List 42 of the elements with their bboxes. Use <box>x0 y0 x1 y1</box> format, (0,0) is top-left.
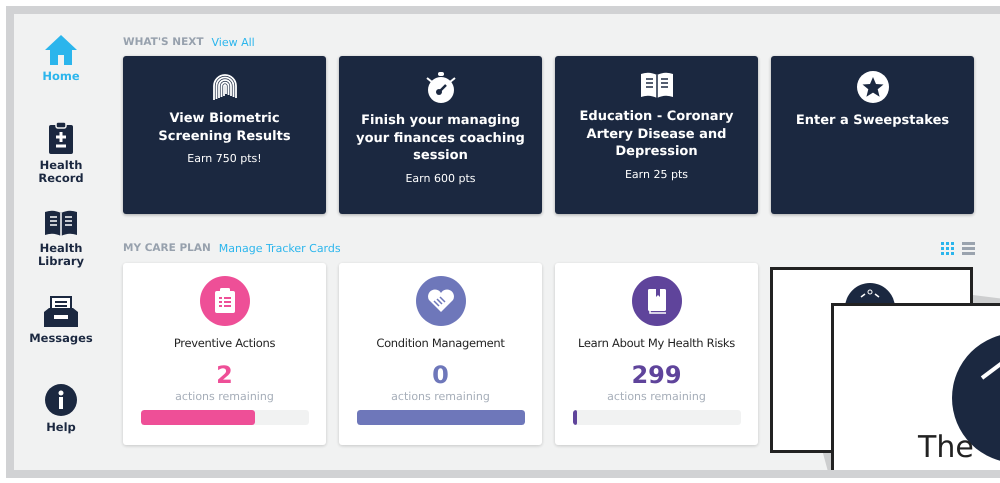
sidebar-item[interactable]: Messages <box>21 296 101 383</box>
remaining-caption: actions remaining <box>607 390 706 403</box>
sidebar-item[interactable]: Health Library <box>21 208 101 296</box>
home-icon <box>44 34 78 66</box>
remaining-caption: actions remaining <box>391 390 490 403</box>
sidebar-item[interactable]: Health Record <box>21 121 101 208</box>
list-view-icon <box>962 242 975 254</box>
task-title: Finish your managing your finances coaching session <box>355 112 526 164</box>
task-points: Earn 600 pts <box>405 172 476 184</box>
inbox-icon <box>43 296 79 328</box>
task-card[interactable]: Enter a Sweepstakes <box>771 56 974 214</box>
task-title: Education - Coronary Artery Disease and Depression <box>578 108 734 160</box>
task-card[interactable]: Education - Coronary Artery Disease and Depression Earn 25 pts <box>555 56 758 214</box>
callout-text: The <box>918 432 974 464</box>
book-icon <box>646 288 668 314</box>
tracker-title: Learn About My Health Risks <box>578 336 735 350</box>
info-icon <box>44 382 78 417</box>
book-icon <box>638 70 674 100</box>
sidebar-item[interactable]: Help <box>21 382 101 470</box>
book-icon <box>43 208 79 238</box>
task-title: Enter a Sweepstakes <box>796 112 950 130</box>
clipboard-plus-icon <box>47 121 75 156</box>
remaining-count: 299 <box>631 362 682 388</box>
clipboard-icon <box>214 288 236 314</box>
task-points: Earn 750 pts! <box>187 152 262 165</box>
grid-view-icon <box>941 242 954 254</box>
section-title: WHAT'S NEXT <box>123 36 204 48</box>
remaining-count: 0 <box>432 362 449 388</box>
task-card[interactable]: View Biometric Screening Results Earn 750 pts! <box>123 56 326 214</box>
task-card[interactable]: Finish your managing your finances coaching session Earn 600 pts <box>339 56 542 214</box>
tracker-card[interactable]: Preventive Actions 2 actions remaining <box>123 263 326 445</box>
tracker-title: Condition Management <box>376 336 505 350</box>
remaining-count: 2 <box>216 362 233 388</box>
list-view-button[interactable] <box>962 242 975 254</box>
remaining-caption: actions remaining <box>175 390 274 403</box>
tracker-title: Preventive Actions <box>174 336 276 350</box>
section-title: MY CARE PLAN <box>123 242 211 254</box>
tracker-card[interactable]: Condition Management 0 actions remaining <box>339 263 542 445</box>
task-title: View Biometric Screening Results <box>157 110 292 145</box>
task-points: Earn 25 pts <box>624 168 688 180</box>
tracker-card[interactable]: Learn About My Health Risks 299 actions remaining <box>555 263 758 445</box>
grid-view-button[interactable] <box>941 242 954 254</box>
